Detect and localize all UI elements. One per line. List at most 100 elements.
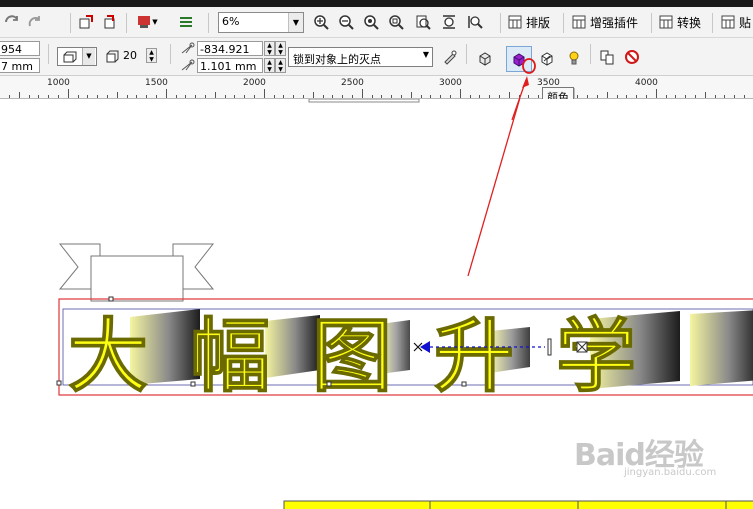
extrusion-color-button[interactable]	[506, 46, 532, 72]
export-icon	[104, 15, 115, 29]
banner-ribbon-shape[interactable]	[58, 243, 215, 302]
horizontal-ruler[interactable]: 1000 1500 2000 2500 3000 3500 4000	[0, 76, 753, 99]
menu-enhance-plugin[interactable]: 增强插件	[571, 12, 638, 32]
toolbar-separator	[126, 13, 127, 33]
extrusion-type-icon	[63, 51, 77, 63]
zoom-page-width-button[interactable]	[440, 11, 458, 33]
zoom-all-objects-button[interactable]	[387, 11, 405, 33]
undo-button[interactable]	[2, 11, 22, 33]
object-width-field[interactable]: 954 mm	[0, 41, 40, 71]
zoom-in-icon	[314, 15, 329, 30]
extrusion-rotation-button[interactable]	[474, 47, 496, 69]
vanishing-point-properties-button[interactable]	[440, 47, 460, 67]
zoom-page-button[interactable]	[414, 11, 432, 33]
ruler-tick	[538, 95, 540, 98]
ruler-tick	[420, 95, 422, 98]
vanishing-point-x-field[interactable]: -834.921 mm	[197, 41, 263, 71]
extrusion-lighting-button[interactable]	[563, 47, 585, 69]
ruler-tick	[205, 95, 206, 98]
ruler-tick	[499, 95, 500, 98]
depth-icon	[106, 50, 119, 63]
chevron-down-icon: ▼	[288, 13, 303, 32]
ruler-tick	[38, 95, 40, 98]
export-button[interactable]	[100, 11, 120, 33]
toolbar-separator	[590, 44, 591, 64]
menu-paste-label: 贴	[739, 15, 752, 30]
depth-spinner[interactable]: ▲ ▼	[146, 48, 157, 63]
toolbar-separator	[563, 13, 564, 33]
ruler-tick	[97, 95, 99, 98]
yellow-table[interactable]	[283, 500, 753, 509]
vanishing-point-y-spinner-2[interactable]: ▲ ▼	[275, 58, 286, 73]
toolbar-separator	[466, 44, 467, 64]
ruler-tick	[332, 95, 334, 98]
zoom-level-value: 6%	[222, 15, 240, 28]
ruler-tick	[322, 95, 324, 98]
vanishing-point-x-spinner-2[interactable]: ▲ ▼	[275, 41, 286, 56]
import-button[interactable]	[76, 11, 96, 33]
ruler-tick	[263, 89, 265, 98]
options-button[interactable]	[176, 11, 196, 33]
menu-enhance-plugin-label: 增强插件	[590, 15, 639, 30]
ruler-tick	[675, 95, 677, 98]
toolbar-separator	[712, 13, 713, 33]
ruler-tick	[665, 95, 667, 98]
clear-extrusion-button[interactable]	[622, 47, 642, 67]
zoom-out-button[interactable]	[337, 11, 355, 33]
redo-button[interactable]	[24, 11, 46, 33]
toolbar-separator	[48, 44, 49, 64]
extrusion-type-select[interactable]: ▼	[57, 47, 97, 66]
menu-convert[interactable]: 转换	[658, 12, 701, 32]
publish-pdf-button[interactable]: ▼	[132, 11, 162, 33]
clear-extrusion-icon	[625, 50, 639, 64]
ruler-tick	[479, 95, 481, 98]
vanishing-point-y-spinner[interactable]: ▲ ▼	[264, 58, 275, 73]
ruler-tick	[126, 95, 128, 98]
ruler-tick	[724, 95, 726, 98]
ruler-tick	[440, 95, 442, 98]
redo-icon	[28, 16, 40, 27]
ruler-tick	[165, 89, 167, 98]
zoom-selected-button[interactable]	[362, 11, 380, 33]
plugin-icon	[572, 15, 586, 29]
zoom-all-icon	[389, 15, 404, 30]
menu-typesetting[interactable]: 排版	[507, 12, 550, 32]
ruler-label: 3000	[439, 78, 462, 88]
ruler-tick	[685, 95, 687, 98]
extrusion-bevel-button[interactable]	[536, 47, 558, 69]
zoom-in-button[interactable]	[312, 11, 330, 33]
menu-paste[interactable]: 贴	[720, 12, 751, 32]
vanishing-point-x-spinner[interactable]: ▲ ▼	[264, 41, 275, 56]
zoom-page-height-button[interactable]	[466, 11, 484, 33]
vanishing-point-mode-select[interactable]: 锁到对象上的灭点 ▼	[288, 47, 433, 67]
ruler-label: 1000	[47, 78, 70, 88]
depth-field[interactable]: 20	[121, 48, 143, 63]
menu-typesetting-label: 排版	[526, 15, 551, 30]
extruded-text[interactable]: 大幅图升学	[67, 308, 678, 403]
ruler-tick	[626, 95, 628, 98]
ruler-tick	[254, 95, 255, 98]
zoom-selected-icon	[364, 15, 379, 30]
chevron-down-icon: ▼	[422, 50, 429, 59]
baidu-jingyan-watermark: Baid经验 jingyan.baidu.com	[574, 430, 716, 478]
ruler-label: 2500	[341, 78, 364, 88]
ruler-tick	[116, 92, 118, 98]
window-top-strip	[0, 0, 753, 7]
object-height-field[interactable]: 7 mm	[0, 58, 40, 73]
annotation-arrow	[467, 99, 521, 277]
vanishing-point-y-icon	[181, 59, 195, 71]
zoom-level-select[interactable]: 6% ▼	[218, 12, 304, 33]
ruler-tick	[87, 95, 89, 98]
vanishing-point-y-field[interactable]: 1.101 mm	[197, 58, 263, 73]
toolbar-separator	[70, 13, 71, 33]
ruler-tick	[107, 95, 108, 98]
ruler-tick	[459, 89, 461, 98]
copy-extrusion-button[interactable]	[597, 47, 617, 67]
page-edge-marker	[308, 99, 420, 103]
zoom-out-icon	[339, 15, 354, 30]
ruler-tick	[361, 89, 363, 98]
ruler-tick	[156, 95, 157, 98]
menu-convert-label: 转换	[677, 15, 702, 30]
vanishing-point-x-icon	[181, 42, 195, 54]
ruler-tick	[136, 95, 138, 98]
